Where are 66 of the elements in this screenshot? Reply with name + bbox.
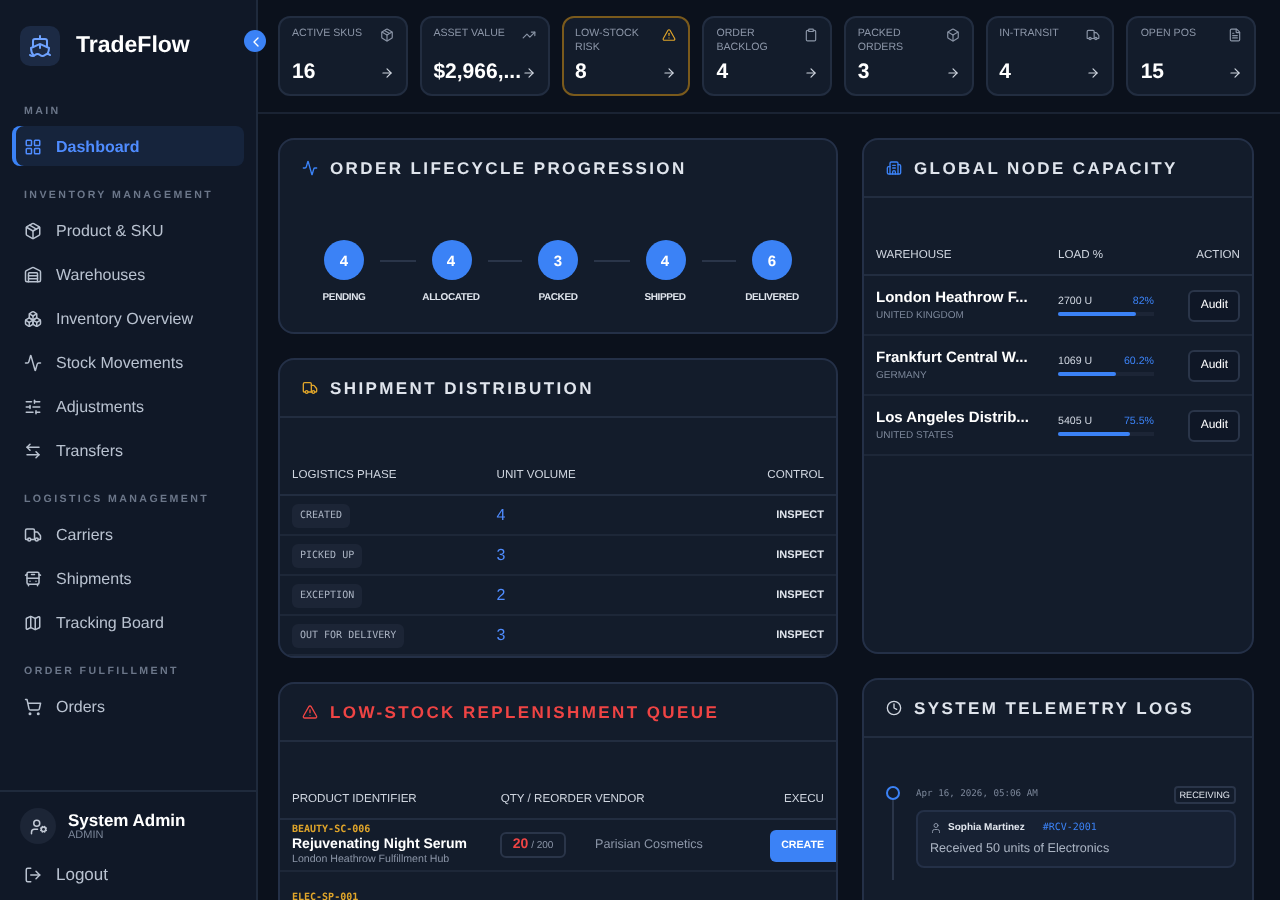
kpi-value: 15 [1140,60,1164,84]
nav-item[interactable]: Dashboard [12,126,244,166]
user-icon [930,822,942,834]
clock-icon [886,700,902,716]
trend-up-icon [521,28,535,42]
nav-item[interactable]: Stock Movements [12,342,244,382]
kpi-value: 16 [292,60,316,84]
grid-icon [24,137,42,155]
warning-icon [662,28,677,42]
nav-item[interactable]: Carriers [12,514,244,554]
truck-icon [1086,28,1101,42]
warehouse-icon [24,265,42,283]
nav-item[interactable]: Shipments [12,558,244,598]
bus-icon [24,569,42,587]
arrow-icon [521,65,535,79]
table-cell-text: 2 [496,586,508,604]
kpi-value: 3 [857,60,870,84]
panel-title: SYSTEM TELEMETRY LOGS [914,698,1194,718]
user-avatar-icon [20,808,56,844]
ship-logo-icon [20,26,60,66]
arrows-icon [24,441,42,459]
timeline-dot [885,786,899,800]
collapse-button[interactable] [244,30,266,52]
table-cell-text: 3 [496,626,508,644]
clipboard-icon [803,28,818,42]
nav-item[interactable]: Transfers [12,430,244,470]
nav-item[interactable]: Product & SKU [12,210,244,250]
nav-item[interactable]: Inventory Overview [12,298,244,338]
building-icon [886,160,902,176]
package-icon [379,28,394,42]
arrow-icon [379,65,394,79]
kpi-value: 4 [999,60,1011,84]
kpi-value: 4 [716,60,729,84]
panel-title: GLOBAL NODE CAPACITY [914,158,1178,178]
sliders-icon [24,397,42,415]
map-icon [24,613,42,631]
package-icon [24,221,42,239]
logout-icon [24,865,42,883]
pulse-icon [24,353,42,371]
panel-title: LOW-STOCK REPLENISHMENT QUEUE [330,702,720,722]
arrow-icon [1086,65,1101,79]
logout-link[interactable]: Logout [20,864,236,884]
user-name: System Admin [68,810,186,830]
pulse-icon [302,160,318,176]
arrow-icon [945,65,960,79]
kpi-value: 8 [575,60,587,84]
nav-item[interactable]: Warehouses [12,254,244,294]
warning-icon [302,704,318,720]
arrow-icon [662,65,677,79]
nav-item[interactable]: Orders [12,686,244,726]
truck-icon [24,525,42,543]
boxes-icon [24,309,42,327]
arrow-icon [1228,65,1243,79]
box-icon [945,28,960,42]
brand-name: TradeFlow [76,34,190,58]
document-icon [1228,28,1243,42]
kpi-value: $2,966,... [433,60,521,84]
cart-icon [24,697,42,715]
table-cell-text: 3 [496,546,508,564]
arrow-icon [803,65,818,79]
panel-title: SHIPMENT DISTRIBUTION [330,378,594,398]
table-cell-text: 4 [496,506,508,524]
truck-icon [302,380,318,396]
panel-title: ORDER LIFECYCLE PROGRESSION [330,158,687,178]
nav-item[interactable]: Tracking Board [12,602,244,642]
nav-item[interactable]: Adjustments [12,386,244,426]
